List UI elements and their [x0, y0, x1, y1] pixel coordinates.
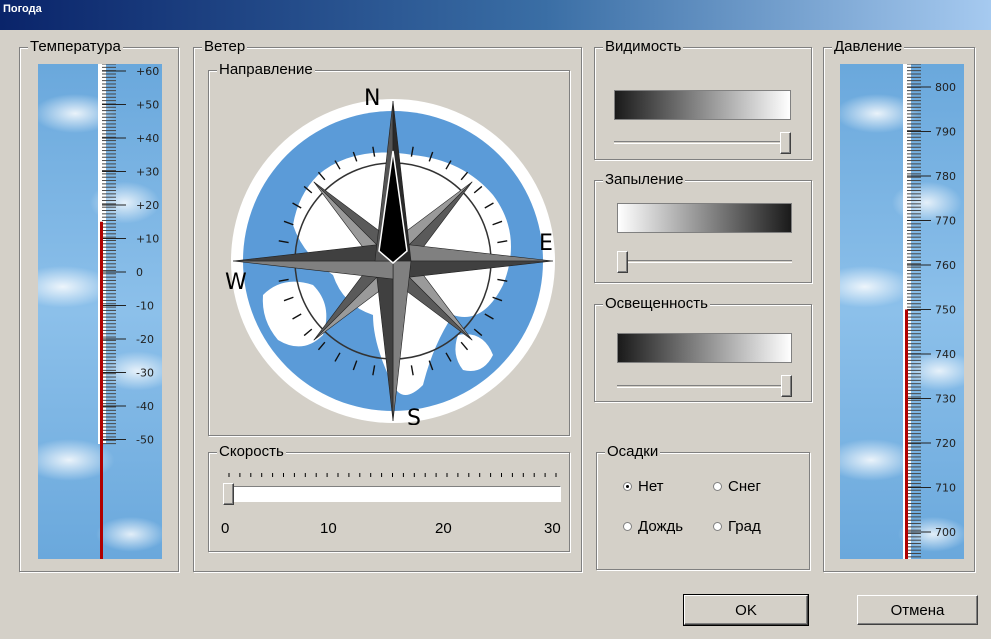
dustiness-group: Запыление [594, 171, 812, 283]
radio-label: Снег [728, 478, 761, 495]
radio-label: Дождь [638, 518, 684, 535]
temperature-label: +50 [136, 99, 159, 112]
dustiness-slider-track[interactable] [617, 260, 792, 263]
temperature-level [100, 221, 103, 559]
radio-indicator [713, 482, 722, 491]
pressure-label: 740 [935, 348, 956, 361]
temperature-scale: +60 +50 +40 +30 +20 +10 0 -10 -20 -30 -40 -50 [98, 64, 159, 559]
pressure-label: 710 [935, 482, 956, 495]
compass-south-label: S [407, 406, 421, 425]
dustiness-legend: Запыление [603, 171, 686, 188]
lighting-gradient [617, 333, 792, 363]
visibility-legend: Видимость [603, 38, 684, 55]
radio-indicator [623, 482, 632, 491]
pressure-label: 800 [935, 81, 956, 94]
ok-button[interactable]: OK [683, 594, 809, 626]
speed-slider-thumb[interactable] [223, 483, 234, 505]
radio-indicator [623, 522, 632, 531]
speed-group: Скорость 0 10 20 30 [208, 443, 570, 552]
lighting-slider-thumb[interactable] [781, 375, 792, 397]
temperature-label: +10 [136, 233, 159, 246]
pressure-label: 770 [935, 215, 956, 228]
pressure-scale: 800 790 780 770 760 750 740 730 720 710 700 [903, 64, 956, 559]
radio-label: Нет [638, 478, 664, 495]
dustiness-slider-thumb[interactable] [617, 251, 628, 273]
visibility-slider-thumb[interactable] [780, 132, 791, 154]
lighting-legend: Освещенность [603, 295, 710, 312]
lighting-slider-track[interactable] [617, 385, 792, 388]
lighting-group: Освещенность [594, 295, 812, 402]
compass-north-label: N [364, 86, 380, 111]
temperature-label: -30 [136, 367, 154, 380]
temperature-label: +40 [136, 132, 159, 145]
direction-group: Направление N E S W [208, 61, 570, 436]
precipitation-rain-radio[interactable]: Дождь [623, 518, 683, 535]
pressure-label: 760 [935, 259, 956, 272]
window-title: Погода [3, 3, 42, 15]
pressure-legend: Давление [832, 38, 905, 55]
precipitation-none-radio[interactable]: Нет [623, 478, 664, 495]
dustiness-gradient [617, 203, 792, 233]
temperature-thermometer: +60 +50 +40 +30 +20 +10 0 -10 -20 -30 -40 -50 [38, 64, 162, 559]
pressure-group: Давление 800 790 780 770 760 750 740 730 720 710 7… [823, 38, 975, 572]
temperature-label: -40 [136, 400, 154, 413]
window-title-bar[interactable]: Погода [0, 0, 991, 30]
temperature-group: Температура +60 +50 +40 +30 +20 +10 0 -10 -20 -30… [19, 38, 179, 572]
speed-tick-label: 0 [221, 520, 230, 537]
cancel-button[interactable]: Отмена [857, 595, 978, 625]
precipitation-snow-radio[interactable]: Снег [713, 478, 761, 495]
precipitation-legend: Осадки [605, 443, 661, 460]
wind-legend: Ветер [202, 38, 248, 55]
temperature-label: -10 [136, 300, 154, 313]
temperature-label: +30 [136, 166, 159, 179]
speed-tick-label: 30 [544, 520, 561, 537]
precipitation-hail-radio[interactable]: Град [713, 518, 761, 535]
precipitation-group: Осадки Нет Снег Дождь Град [596, 443, 810, 570]
radio-label: Град [728, 518, 761, 535]
visibility-gradient [614, 90, 791, 120]
compass-west-label: W [225, 270, 247, 295]
pressure-label: 720 [935, 437, 956, 450]
visibility-group: Видимость [594, 38, 812, 160]
compass-east-label: E [539, 231, 553, 256]
pressure-label: 780 [935, 170, 956, 183]
speed-ticks [228, 473, 557, 477]
speed-legend: Скорость [217, 443, 286, 460]
wind-group: Ветер Направление N E S W Скорость 0 10 … [193, 38, 582, 572]
temperature-label: +20 [136, 199, 159, 212]
temperature-label: 0 [136, 266, 143, 279]
temperature-label: -50 [136, 434, 154, 447]
pressure-label: 750 [935, 304, 956, 317]
pressure-label: 790 [935, 126, 956, 139]
temperature-label: +60 [136, 65, 159, 78]
speed-slider-track[interactable] [223, 486, 561, 502]
pressure-barometer: 800 790 780 770 760 750 740 730 720 710 700 [840, 64, 964, 559]
speed-tick-label: 10 [320, 520, 337, 537]
temperature-legend: Температура [28, 38, 123, 55]
direction-legend: Направление [217, 61, 315, 78]
visibility-slider-track[interactable] [614, 141, 791, 144]
wind-direction-compass[interactable]: N E S W [223, 85, 563, 425]
pressure-label: 730 [935, 393, 956, 406]
temperature-label: -20 [136, 333, 154, 346]
radio-indicator [713, 522, 722, 531]
speed-tick-label: 20 [435, 520, 452, 537]
pressure-label: 700 [935, 526, 956, 539]
pressure-level [905, 309, 908, 559]
